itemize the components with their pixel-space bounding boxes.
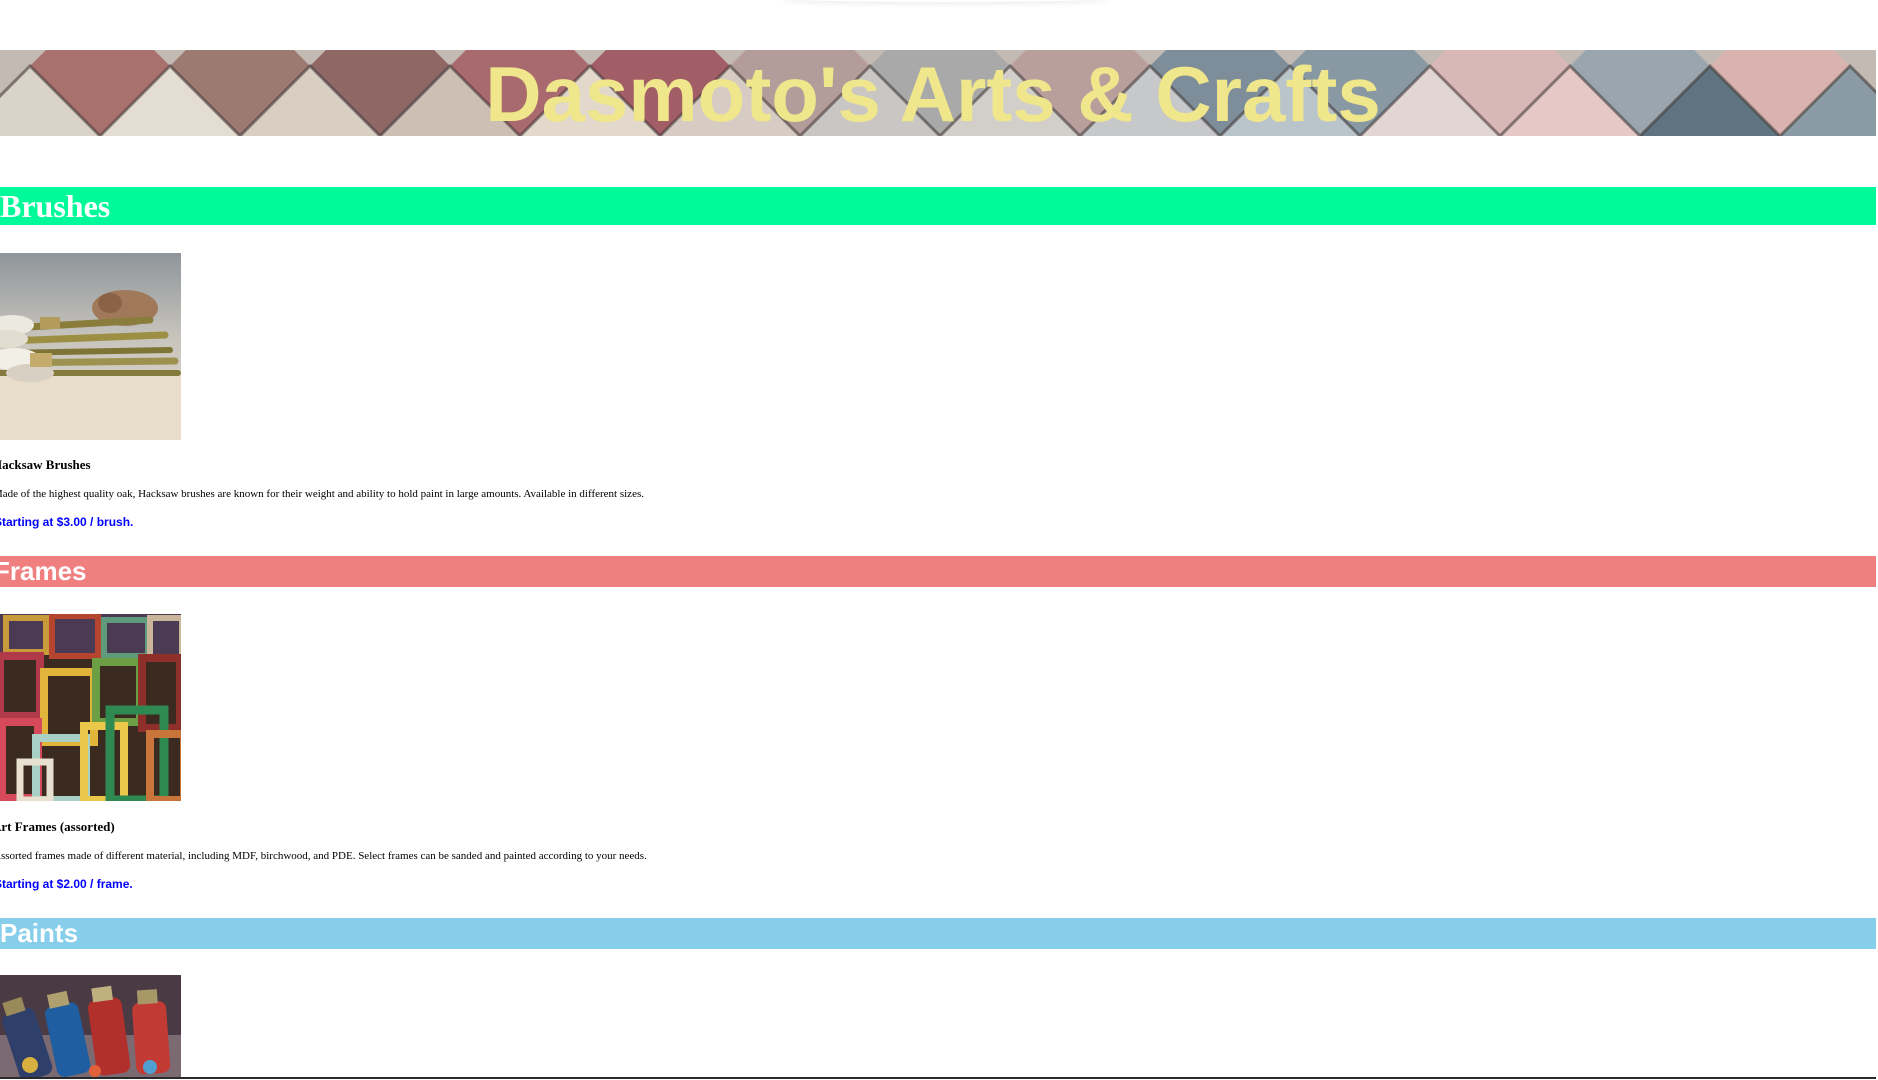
paint-brushes-icon: [0, 253, 181, 440]
product-image-frames: [0, 614, 181, 801]
section-heading-frames: Frames: [0, 556, 1876, 587]
paint-tubes-icon: [0, 975, 181, 1078]
page-title: Dasmoto's Arts & Crafts: [485, 50, 1381, 136]
product-image-brushes: [0, 253, 181, 440]
product-price-frames: Starting at $2.00 / frame.: [0, 877, 133, 891]
bottom-divider: [0, 1077, 1876, 1079]
product-description-frames: Assorted frames made of different materi…: [0, 850, 647, 862]
product-image-paints: [0, 975, 181, 1078]
section-heading-paints: Paints: [0, 918, 1876, 949]
art-frames-icon: [0, 614, 181, 801]
product-name-frames: Art Frames (assorted): [0, 819, 115, 834]
top-shadow: [780, 0, 1110, 2]
header-banner: Dasmoto's Arts & Crafts: [0, 50, 1876, 136]
product-price-brushes: Starting at $3.00 / brush.: [0, 515, 134, 529]
section-heading-brushes: Brushes: [0, 187, 1876, 225]
page: Dasmoto's Arts & Crafts Brushes Hacksaw …: [0, 0, 1878, 1080]
product-name-brushes: Hacksaw Brushes: [0, 457, 91, 472]
product-description-brushes: Made of the highest quality oak, Hacksaw…: [0, 488, 644, 500]
